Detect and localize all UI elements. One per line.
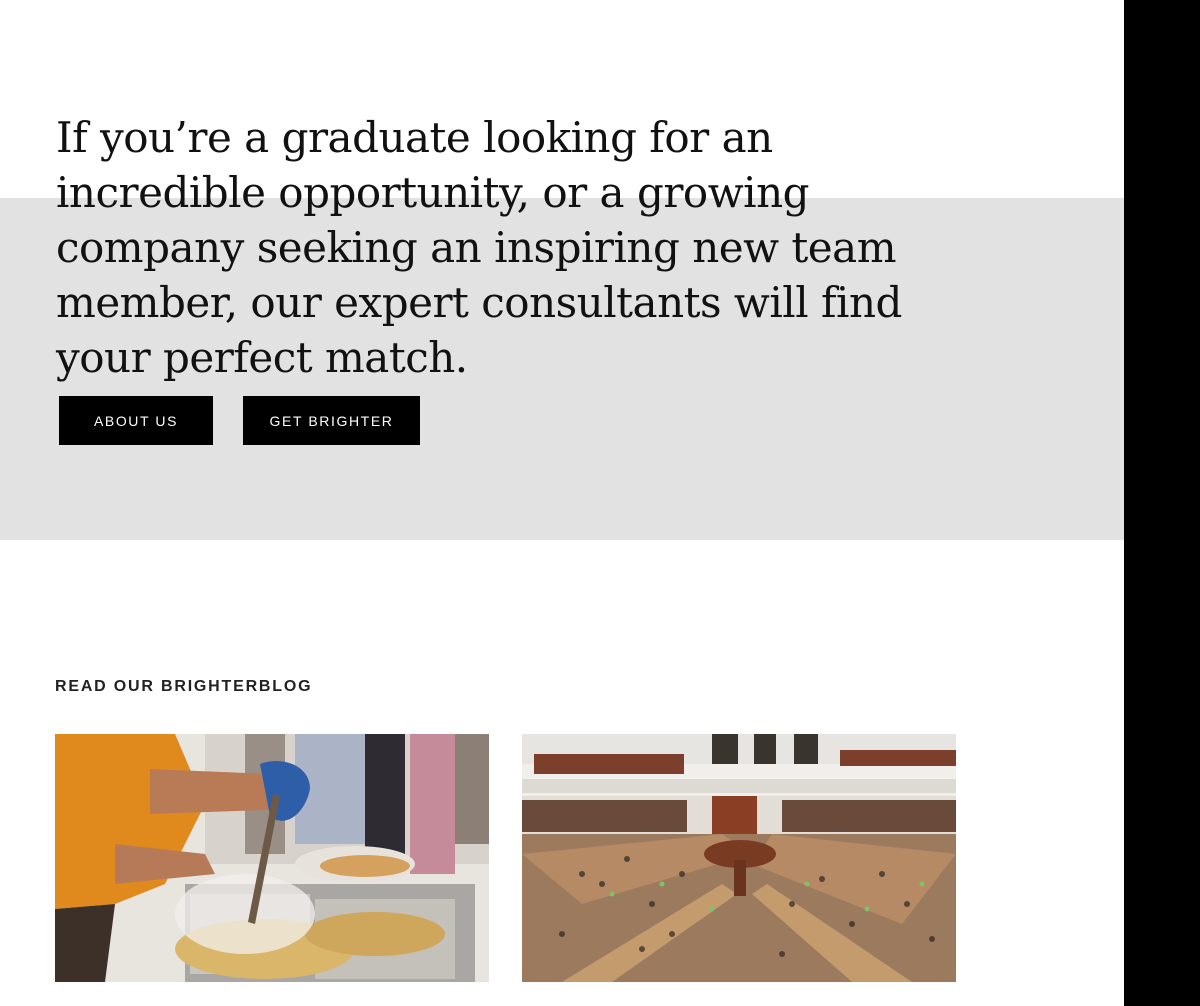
blog-post-card-library[interactable]: [522, 734, 956, 982]
blog-section-heading: READ OUR BRIGHTERBLOG: [55, 678, 313, 695]
library-reading-room-photo: [522, 734, 956, 982]
about-us-button[interactable]: ABOUT US: [59, 396, 213, 445]
side-black-strip: [1124, 0, 1200, 1006]
food-serving-photo: [55, 734, 489, 982]
get-brighter-button[interactable]: GET BRIGHTER: [243, 396, 420, 445]
blog-post-card-food[interactable]: [55, 734, 489, 982]
hero-intro-text: If you’re a graduate looking for an incr…: [56, 113, 902, 382]
